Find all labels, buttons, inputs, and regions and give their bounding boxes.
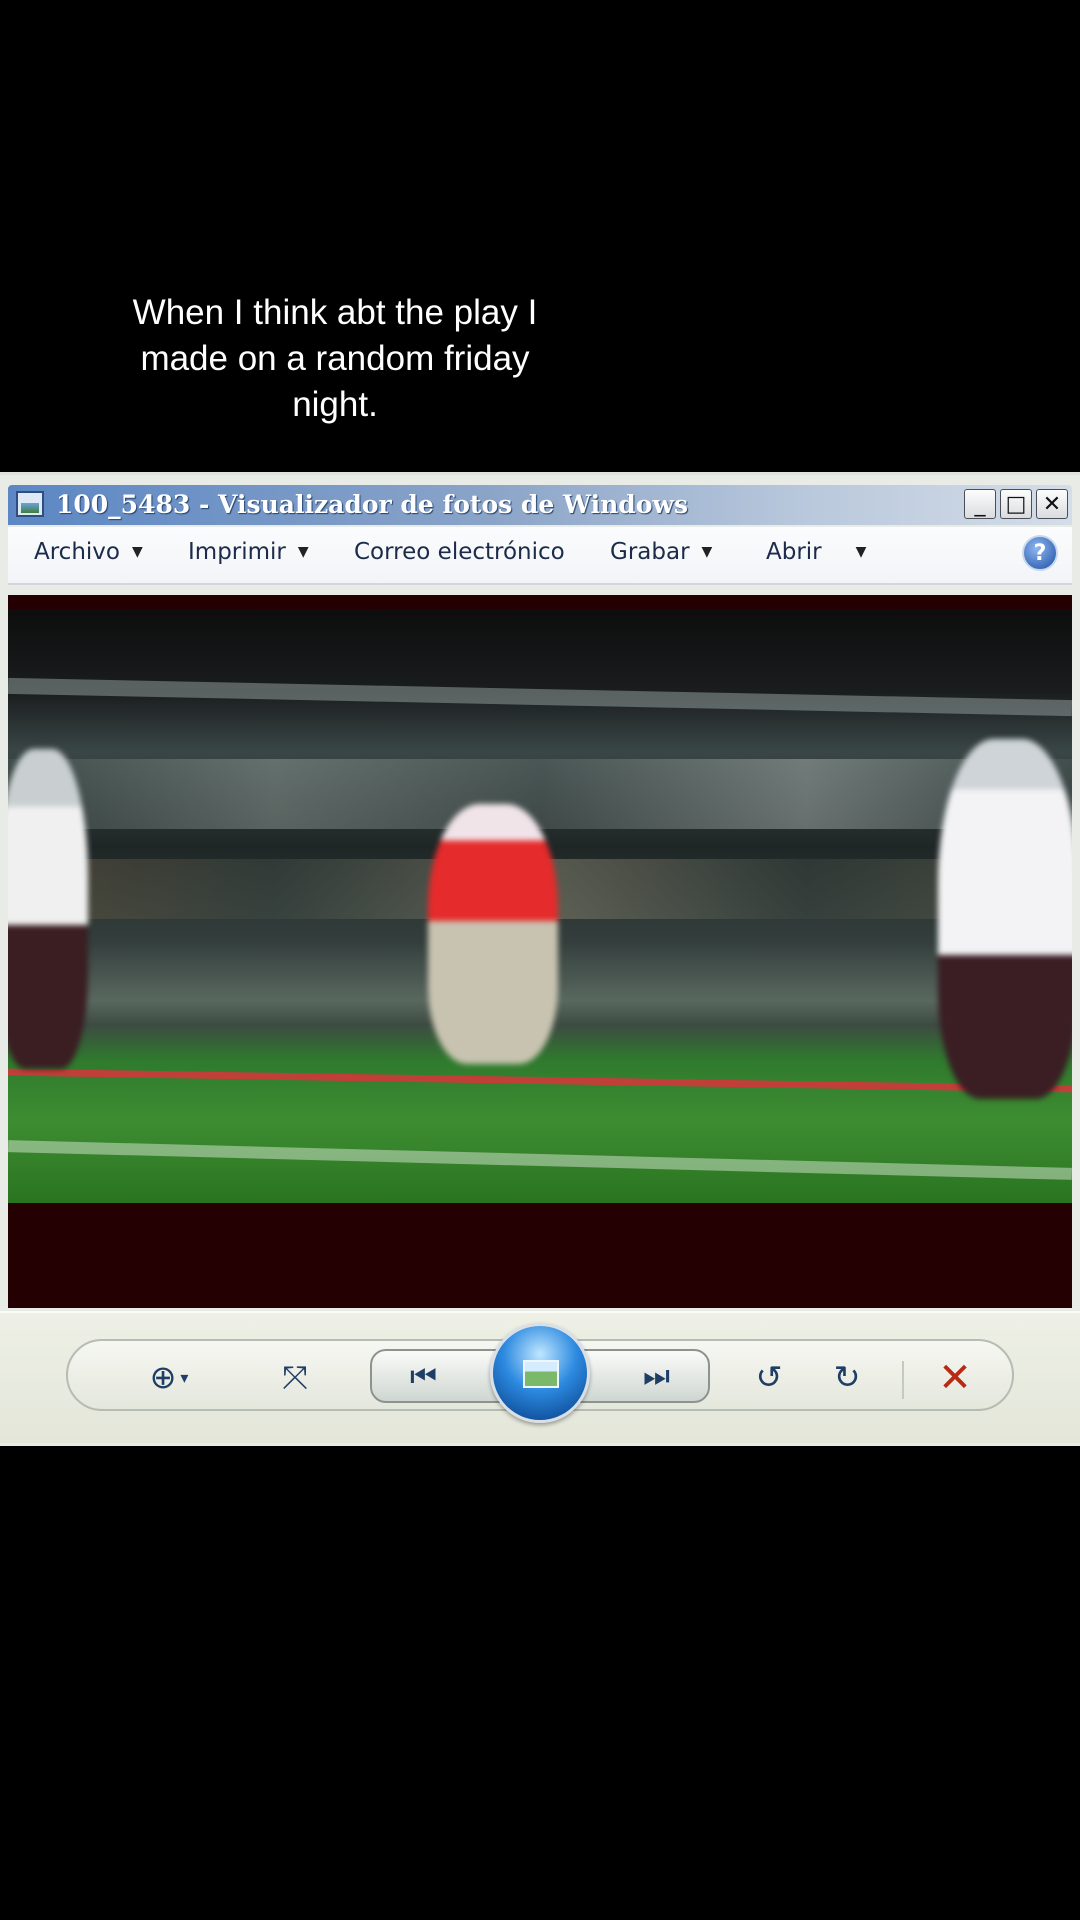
delete-button[interactable]: ✕ (930, 1353, 980, 1403)
rotate-left-button[interactable]: ↺ (744, 1357, 794, 1397)
menu-correo-electronico[interactable]: Correo electrónico (354, 539, 565, 565)
menu-abrir-label: Abrir (766, 539, 822, 565)
menu-bar: Archivo ▼ Imprimir ▼ Correo electrónico … (8, 527, 1072, 585)
photo-player-right (938, 739, 1072, 1099)
slideshow-icon (523, 1360, 559, 1388)
rotate-left-icon: ↺ (755, 1358, 783, 1396)
fit-to-window-button[interactable]: ⤧ (270, 1357, 320, 1397)
minimize-button[interactable]: _ (964, 489, 996, 519)
maximize-button[interactable]: □ (1000, 489, 1032, 519)
previous-icon: ⏮ (410, 1359, 437, 1394)
photo-motion-streak (8, 677, 1072, 717)
photo-viewer-window: 100_5483 - Visualizador de fotos de Wind… (0, 472, 1080, 1446)
menu-imprimir[interactable]: Imprimir ▼ (188, 539, 309, 565)
photo-crowd-blur (8, 759, 1072, 829)
minimize-icon: _ (974, 491, 986, 517)
football-photo (8, 609, 1072, 1203)
close-window-button[interactable]: ✕ (1036, 489, 1068, 519)
image-viewer-area (8, 595, 1072, 1308)
title-bar[interactable]: 100_5483 - Visualizador de fotos de Wind… (8, 485, 1072, 525)
toolbar-divider (902, 1361, 904, 1399)
window-controls: _ □ ✕ (964, 489, 1068, 519)
dropdown-caret-icon: ▼ (297, 544, 309, 560)
rotate-right-button[interactable]: ↻ (822, 1357, 872, 1397)
menu-imprimir-label: Imprimir (188, 539, 286, 565)
next-icon: ⏭ (643, 1359, 670, 1394)
previous-button[interactable]: ⏮ (370, 1349, 510, 1403)
dropdown-caret-icon: ▼ (855, 544, 867, 560)
dropdown-caret-icon: ▼ (701, 544, 713, 560)
zoom-dropdown-caret-icon: ▾ (180, 1367, 189, 1387)
photo-viewer-app-icon (16, 491, 44, 517)
video-caption: When I think abt the play I made on a ra… (132, 293, 538, 424)
zoom-icon: ⊕ (149, 1358, 177, 1396)
dropdown-caret-icon: ▼ (131, 544, 143, 560)
photo-player-left (8, 749, 88, 1069)
help-icon[interactable]: ? (1022, 535, 1058, 571)
menu-archivo[interactable]: Archivo ▼ (34, 539, 143, 565)
menu-archivo-label: Archivo (34, 539, 120, 565)
menu-abrir[interactable]: Abrir ▼ (766, 539, 866, 565)
zoom-button[interactable]: ⊕ ▾ (134, 1357, 204, 1397)
menu-correo-label: Correo electrónico (354, 539, 565, 565)
photo-field-white-line (8, 1140, 1072, 1180)
next-button[interactable]: ⏭ (570, 1349, 710, 1403)
photo-field-red-line (8, 1068, 1072, 1093)
maximize-icon: □ (1005, 491, 1027, 517)
menu-grabar[interactable]: Grabar ▼ (610, 539, 712, 565)
menu-grabar-label: Grabar (610, 539, 690, 565)
close-icon: ✕ (1042, 491, 1062, 517)
delete-icon: ✕ (938, 1355, 972, 1401)
photo-player-ball-carrier (428, 804, 558, 1064)
slideshow-button[interactable] (490, 1323, 590, 1423)
fit-to-window-icon: ⤧ (282, 1357, 308, 1396)
rotate-right-icon: ↻ (833, 1358, 861, 1396)
window-title: 100_5483 - Visualizador de fotos de Wind… (56, 490, 689, 519)
viewer-toolbar: ⊕ ▾ ⤧ ⏮ ⏭ ↺ ↻ ✕ (0, 1311, 1080, 1443)
